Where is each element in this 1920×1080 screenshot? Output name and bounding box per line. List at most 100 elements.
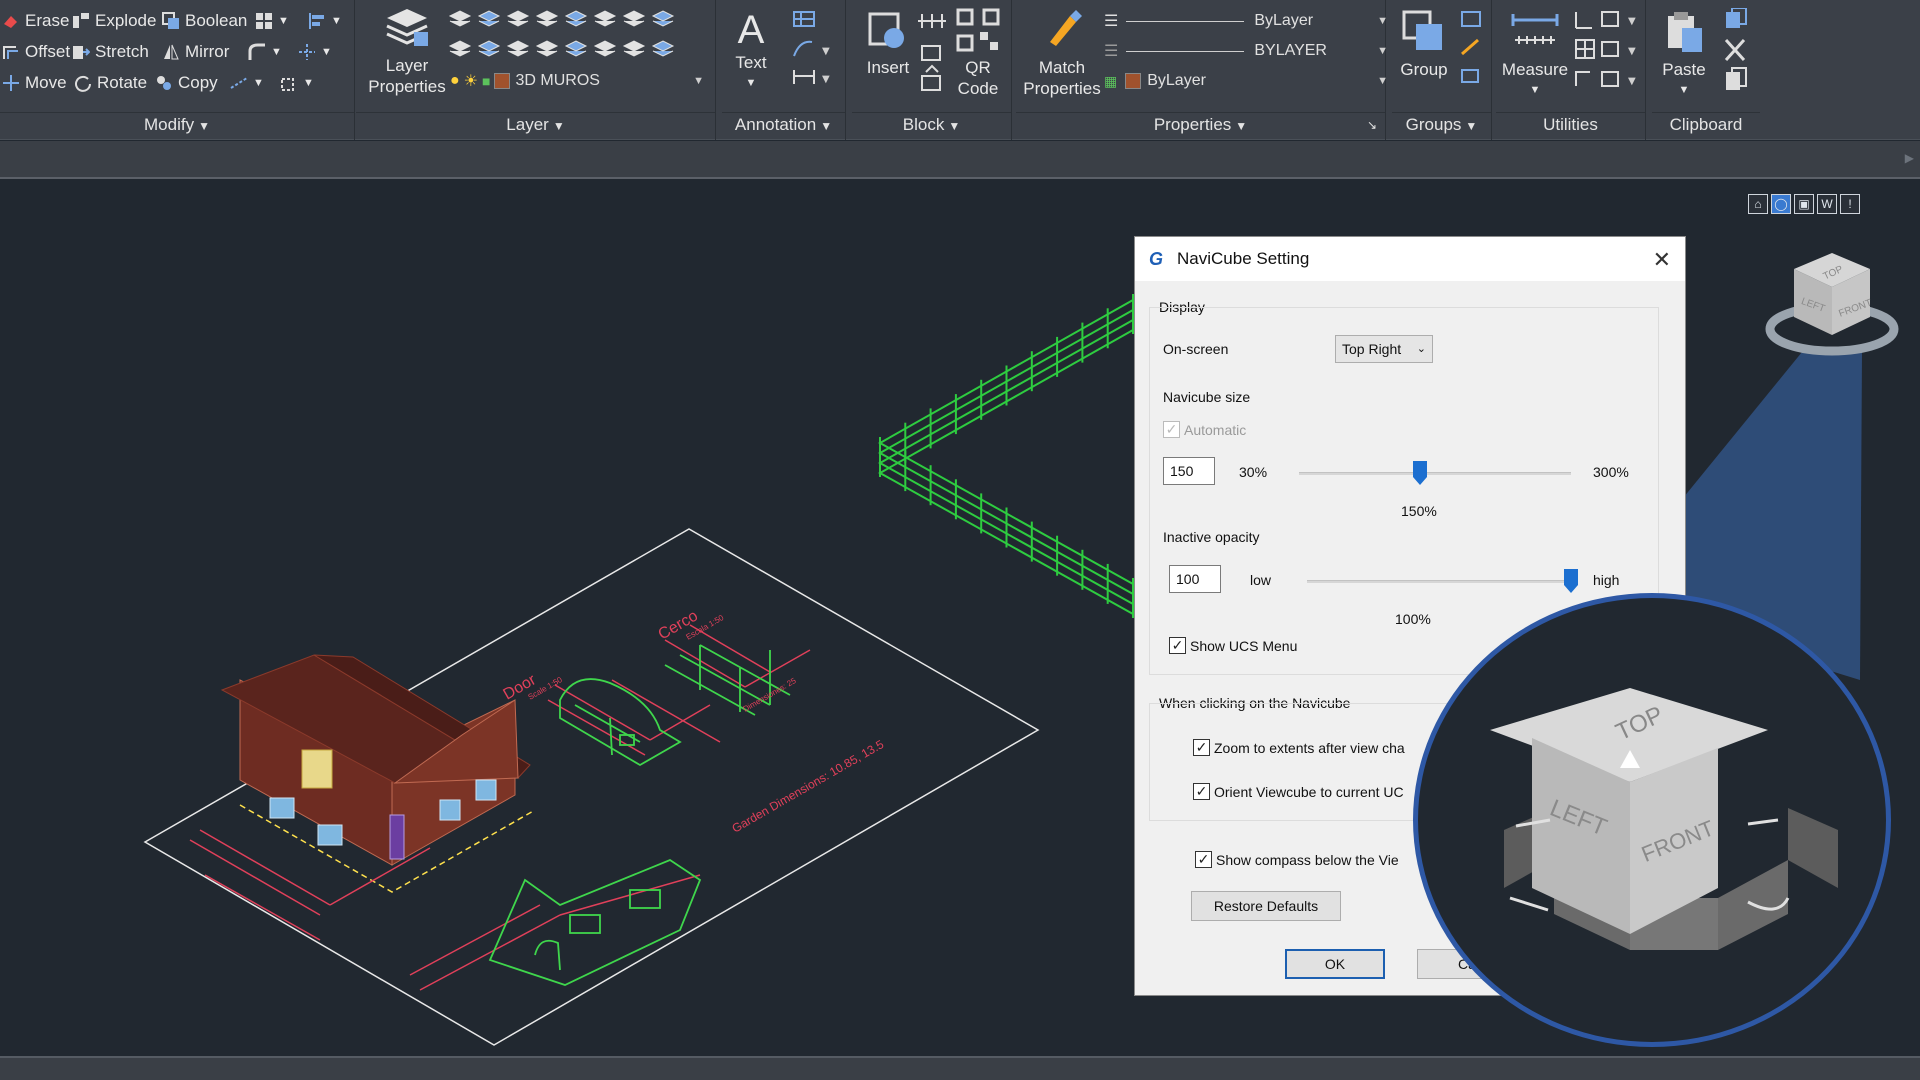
close-icon[interactable]: ✕ — [1653, 247, 1671, 273]
clipboard-tools[interactable] — [1722, 8, 1752, 96]
layer-tool-icon[interactable] — [477, 10, 501, 27]
rotate-icon — [74, 74, 92, 92]
layer-tool-icon[interactable] — [622, 10, 646, 27]
automatic-checkbox[interactable]: ✓ Automatic — [1163, 421, 1246, 438]
stretch-button[interactable]: Stretch — [72, 39, 149, 65]
onscreen-select[interactable]: Top Right ⌄ — [1335, 335, 1433, 363]
utility-tools[interactable]: ▼ ▼ ▼ — [1572, 10, 1644, 90]
mirror-button[interactable]: Mirror — [162, 39, 229, 65]
rotate-button[interactable]: Rotate — [74, 70, 147, 96]
opacity-max-label: high — [1593, 572, 1620, 588]
navicube-size-slider-thumb[interactable] — [1412, 461, 1427, 485]
color-swatch — [1125, 73, 1142, 89]
explode-button[interactable]: Explode — [72, 8, 156, 34]
inactive-opacity-slider-thumb[interactable] — [1564, 569, 1578, 593]
block-panel-title[interactable]: Block ▼ — [852, 112, 1011, 136]
layer-properties-button[interactable]: Layer Properties — [362, 6, 452, 97]
layer-tool-icon[interactable] — [651, 10, 675, 27]
copy-button[interactable]: Copy — [155, 70, 218, 96]
layer-tool-icon[interactable] — [564, 10, 588, 27]
group-tools[interactable] — [1460, 10, 1486, 90]
properties-panel-title[interactable]: Properties ▼ ↘ — [1016, 112, 1385, 136]
wcs-button[interactable]: W — [1817, 194, 1837, 214]
layer-tool-icon[interactable] — [593, 40, 617, 57]
ok-button[interactable]: OK — [1285, 949, 1385, 979]
layer-tool-icon[interactable] — [651, 40, 675, 57]
navicube-size-input[interactable]: 150 — [1163, 457, 1215, 485]
navicube[interactable]: TOP LEFT FRONT — [1760, 241, 1910, 361]
annotation-tools[interactable]: ▼ ▼ — [792, 10, 842, 90]
measure-button[interactable]: Measure ▼ — [1498, 10, 1572, 101]
inactive-opacity-input[interactable]: 100 — [1169, 565, 1221, 593]
utilities-panel-title[interactable]: Utilities — [1496, 112, 1645, 136]
layer-tools-grid[interactable] — [448, 8, 680, 70]
trim-button[interactable]: ▼ — [298, 39, 332, 65]
match-properties-button[interactable]: Match Properties — [1020, 8, 1104, 99]
show-compass-checkbox[interactable]: ✓ Show compass below the Vie — [1195, 851, 1399, 868]
house-window — [475, 779, 497, 801]
orient-viewcube-checkbox[interactable]: ✓ Orient Viewcube to current UC — [1193, 783, 1404, 800]
group-button[interactable]: Group — [1396, 10, 1452, 80]
status-bar — [0, 1056, 1920, 1080]
layer-tool-icon[interactable] — [477, 40, 501, 57]
fillet-button[interactable]: ▼ — [248, 39, 282, 65]
layer-tool-icon[interactable] — [535, 10, 559, 27]
extend-button[interactable]: ▼ — [230, 70, 264, 96]
linetype-dropdown[interactable]: ☰ ByLayer ▼ — [1104, 8, 1394, 34]
restore-defaults-button[interactable]: Restore Defaults — [1191, 891, 1341, 921]
dialog-titlebar[interactable]: G NaviCube Setting ✕ — [1135, 237, 1685, 281]
chevron-down-icon: ⌄ — [1416, 343, 1426, 355]
inactive-opacity-slider[interactable] — [1307, 580, 1571, 583]
clipboard-panel-title[interactable]: Clipboard — [1652, 112, 1760, 136]
show-ucs-menu-checkbox[interactable]: ✓ Show UCS Menu — [1169, 637, 1297, 654]
navicube-size-label: Navicube size — [1163, 389, 1251, 405]
table-icon — [793, 11, 815, 27]
insert-button[interactable]: Insert — [858, 8, 918, 78]
layer-tool-icon[interactable] — [564, 40, 588, 57]
navicube-size-slider[interactable] — [1299, 472, 1571, 475]
text-button[interactable]: A Text ▼ — [726, 8, 776, 94]
home-view-icon[interactable]: ⌂ — [1748, 194, 1768, 214]
annotation-panel-title[interactable]: Annotation ▼ — [722, 112, 845, 136]
modify-panel-title[interactable]: Modify ▼ — [0, 112, 354, 136]
cube-view-icon[interactable]: ▣ — [1794, 194, 1814, 214]
chevron-right-icon[interactable]: ▶ — [1905, 151, 1914, 165]
mirror-icon — [162, 43, 180, 61]
layer-tool-icon[interactable] — [535, 40, 559, 57]
erase-button[interactable]: Erase — [2, 8, 69, 34]
color-dropdown[interactable]: ▦ ByLayer ▼ — [1104, 68, 1394, 94]
block-tools[interactable] — [918, 10, 948, 100]
lineweight-dropdown[interactable]: ☰ BYLAYER ▼ — [1104, 38, 1394, 64]
scale-button[interactable]: ▼ — [280, 70, 314, 96]
layer-panel-title[interactable]: Layer ▼ — [356, 112, 715, 136]
viewport-nav-buttons: ⌂ ◯ ▣ W ! — [1748, 194, 1860, 214]
layer-color-swatch — [494, 73, 511, 89]
offset-button[interactable]: Offset — [2, 39, 70, 65]
chevron-down-icon: ▼ — [1529, 84, 1541, 96]
layer-tool-icon[interactable] — [448, 40, 472, 57]
layer-tool-icon[interactable] — [593, 10, 617, 27]
boolean-button[interactable]: Boolean — [162, 8, 247, 34]
layer-tool-icon[interactable] — [448, 10, 472, 27]
dialog-launcher-icon[interactable]: ↘ — [1367, 113, 1377, 137]
align-button[interactable]: ▼ — [308, 8, 342, 34]
edit-block-icon — [918, 14, 946, 28]
zoom-extents-checkbox[interactable]: ✓ Zoom to extents after view cha — [1193, 739, 1405, 756]
paste-button[interactable]: Paste ▼ — [1654, 10, 1714, 101]
group-select-icon — [1461, 69, 1479, 83]
layer-tool-icon[interactable] — [622, 40, 646, 57]
info-icon[interactable]: ! — [1840, 194, 1860, 214]
checkmark-icon: ✓ — [1169, 637, 1186, 654]
groups-panel-title[interactable]: Groups ▼ — [1392, 112, 1491, 136]
current-layer-dropdown[interactable]: ● ☀ ■ 3D MUROS ▼ — [450, 68, 710, 94]
move-button[interactable]: Move — [2, 70, 67, 96]
qr-code-button[interactable]: QR Code — [950, 8, 1006, 99]
orbit-icon[interactable]: ◯ — [1771, 194, 1791, 214]
qr-code-icon — [956, 8, 1000, 52]
layer-tool-icon[interactable] — [506, 40, 530, 57]
leader-icon: ▼ — [793, 40, 830, 57]
array-button[interactable]: ▼ — [255, 8, 289, 34]
layer-tool-icon[interactable] — [506, 10, 530, 27]
checkmark-icon: ✓ — [1193, 739, 1210, 756]
color-palette-icon: ▦ — [1104, 72, 1118, 89]
